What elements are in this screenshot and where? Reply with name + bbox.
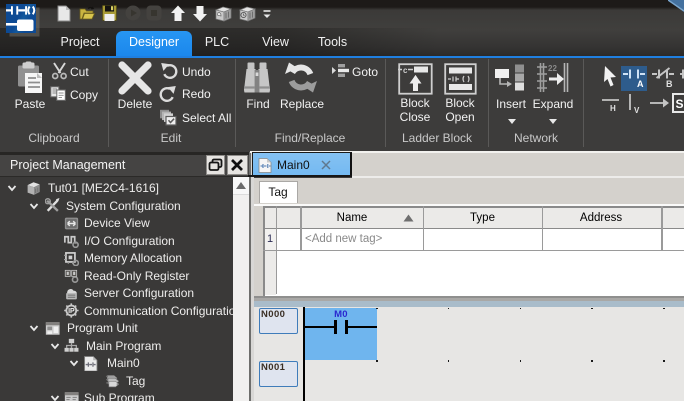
svg-text:B: B bbox=[666, 79, 673, 89]
svg-text:22: 22 bbox=[548, 64, 557, 73]
svg-text:S: S bbox=[676, 97, 684, 111]
svg-text:H: H bbox=[610, 104, 616, 113]
svg-text:IP: IP bbox=[68, 308, 75, 315]
svg-text:V: V bbox=[634, 106, 640, 115]
svg-text:c: c bbox=[403, 66, 408, 75]
svg-text:A: A bbox=[637, 79, 644, 89]
